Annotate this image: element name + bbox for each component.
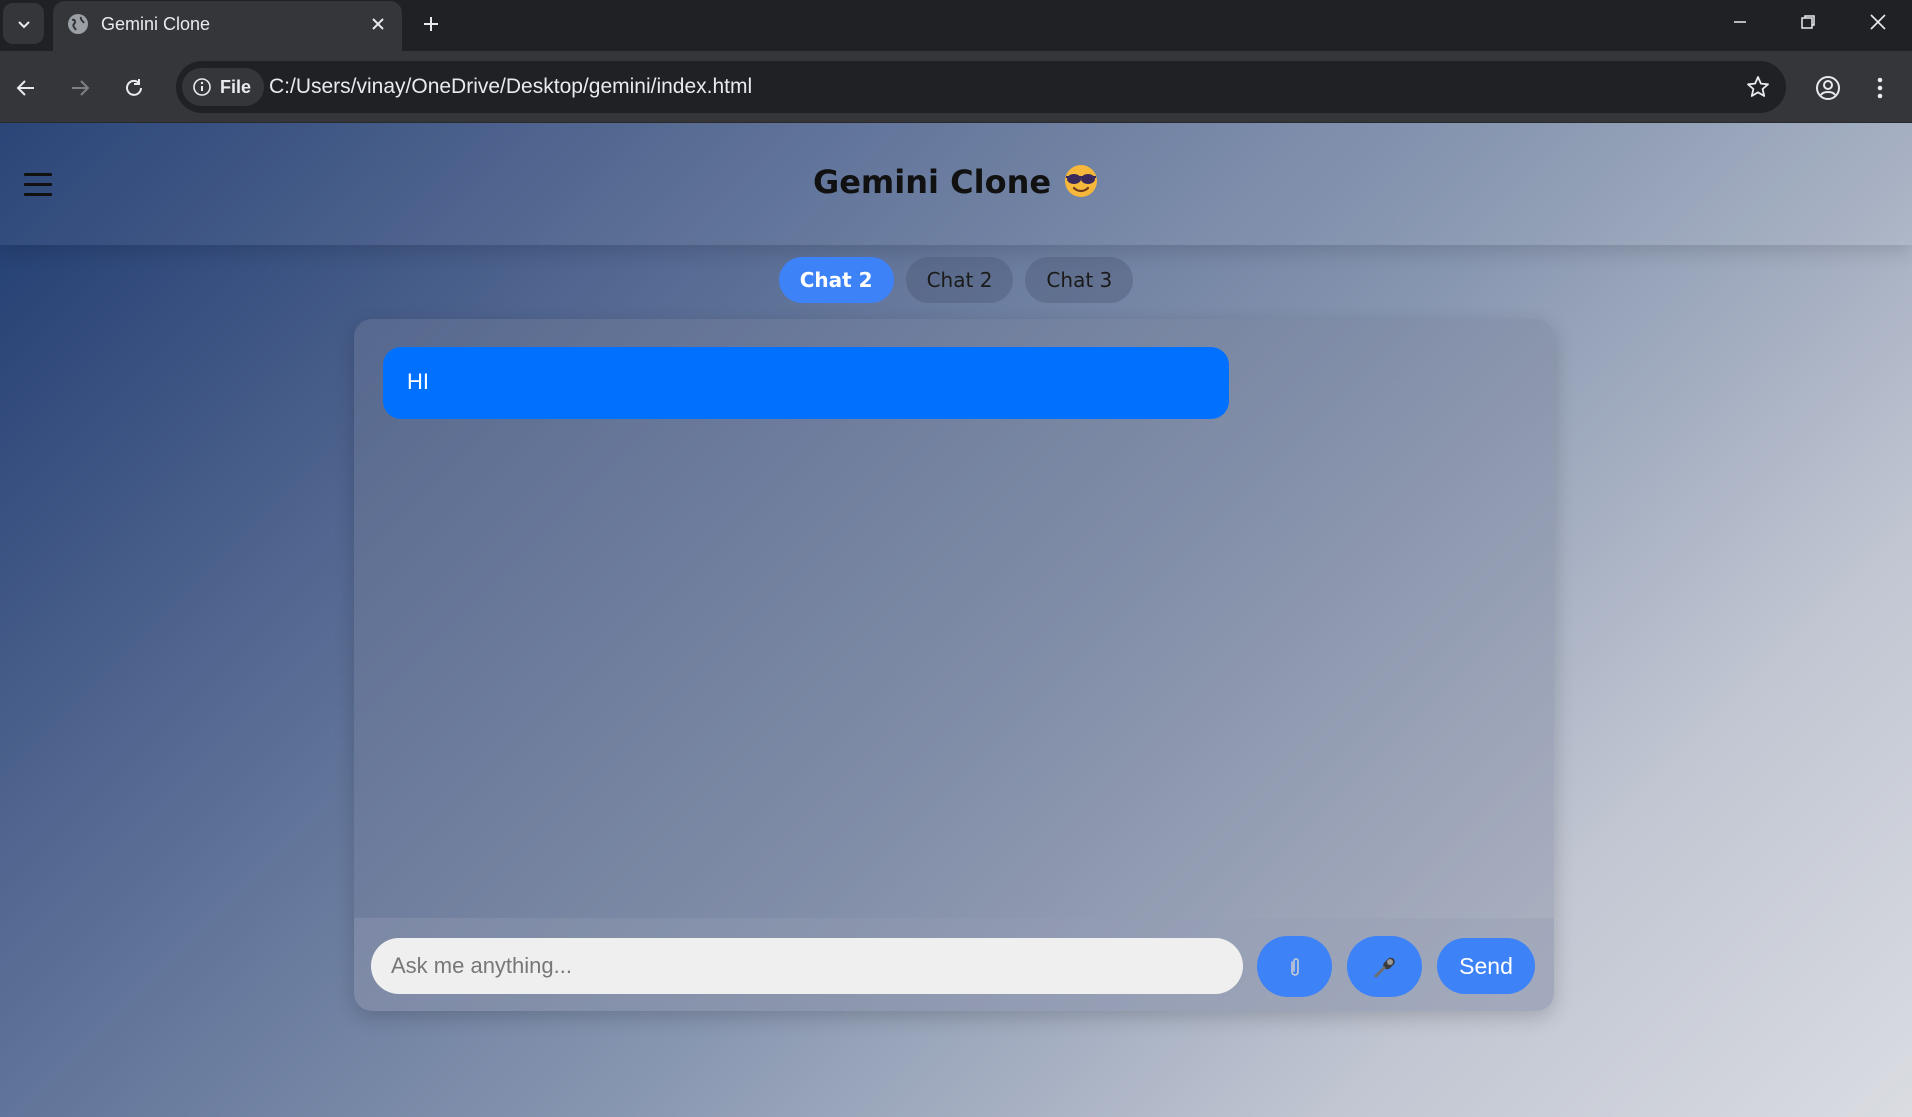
mic-button[interactable] (1347, 936, 1422, 997)
arrow-left-icon (16, 80, 34, 96)
tab-search-button[interactable] (3, 3, 44, 44)
browser-tab-bar: Gemini Clone (0, 0, 1912, 51)
chat-tab-3[interactable]: Chat 3 (1025, 257, 1134, 303)
message-list[interactable]: HI (354, 319, 1554, 919)
star-icon (1747, 76, 1769, 97)
tab-title: Gemini Clone (101, 14, 211, 34)
reload-button[interactable] (114, 68, 154, 108)
close-icon (372, 18, 384, 30)
account-icon (1816, 76, 1840, 100)
site-info-chip[interactable]: File (182, 68, 264, 106)
close-icon (1870, 14, 1886, 30)
chat-tabs: Chat 2 Chat 2 Chat 3 (0, 257, 1912, 303)
attach-button[interactable] (1257, 936, 1332, 997)
microphone-icon (1374, 957, 1395, 977)
user-message-bubble: HI (383, 347, 1229, 419)
minimize-button[interactable] (1706, 0, 1774, 44)
minimize-icon (1734, 21, 1746, 23)
chat-tab-2[interactable]: Chat 2 (905, 257, 1014, 303)
more-vertical-icon (1877, 77, 1883, 99)
app-header: Gemini Clone (0, 123, 1912, 245)
paperclip-icon (1290, 957, 1299, 976)
chat-input[interactable] (371, 938, 1243, 994)
page-title: Gemini Clone (0, 163, 1912, 201)
page-title-text: Gemini Clone (812, 163, 1052, 201)
site-chip-label: File (220, 76, 252, 97)
send-button[interactable]: Send (1437, 938, 1535, 994)
globe-icon (68, 14, 88, 34)
browser-toolbar: File C:/Users/vinay/OneDrive/Desktop/gem… (0, 51, 1912, 123)
arrow-right-icon (72, 80, 90, 96)
chat-tab-1[interactable]: Chat 2 (778, 257, 894, 303)
profile-button[interactable] (1808, 68, 1848, 108)
plus-icon (424, 17, 438, 31)
chat-panel: HI Send (354, 319, 1554, 1011)
url-text[interactable]: C:/Users/vinay/OneDrive/Desktop/gemini/i… (269, 75, 752, 99)
page-viewport: Gemini Clone Chat 2 Chat 2 Chat 3 HI Ask… (0, 123, 1912, 1117)
back-button[interactable] (6, 68, 46, 108)
bookmark-star-button[interactable] (1744, 73, 1772, 101)
restore-icon (1801, 15, 1815, 29)
new-tab-button[interactable] (416, 9, 446, 39)
browser-menu-button[interactable] (1860, 68, 1900, 108)
forward-button[interactable] (60, 68, 100, 108)
browser-tab[interactable]: Gemini Clone (53, 1, 402, 51)
address-bar[interactable]: File C:/Users/vinay/OneDrive/Desktop/gem… (176, 61, 1786, 113)
reload-icon (126, 79, 142, 96)
window-close-button[interactable] (1844, 0, 1912, 44)
restore-button[interactable] (1774, 0, 1842, 44)
input-bar: Send (354, 918, 1554, 1011)
info-icon (193, 78, 211, 96)
tab-close-button[interactable] (366, 12, 390, 36)
sunglasses-emoji-icon (1065, 165, 1098, 197)
chevron-down-icon (17, 20, 30, 28)
